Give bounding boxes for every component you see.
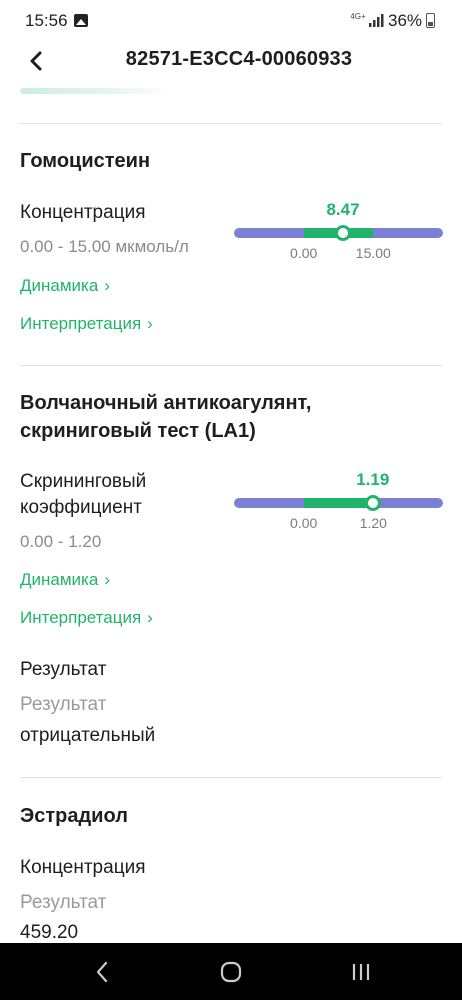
range-min-label: 0.00 [290, 245, 318, 261]
range-max-label: 15.00 [355, 245, 391, 261]
result-value-text: 459.20 [20, 922, 79, 943]
system-nav-bar [0, 943, 462, 1000]
nav-recents-button[interactable] [341, 957, 381, 987]
gallery-icon [74, 14, 88, 27]
interpretation-link[interactable]: Интерпретация › [20, 608, 153, 628]
battery-icon [426, 13, 435, 28]
interpretation-link[interactable]: Интерпретация › [20, 314, 153, 334]
value-marker [364, 495, 381, 511]
param-label-line: коэффициент [20, 497, 142, 518]
param-label: Концентрация [20, 857, 146, 878]
divider [20, 777, 442, 778]
param-label: Концентрация [20, 202, 146, 223]
chevron-right-icon: › [104, 570, 110, 589]
chevron-right-icon: › [147, 608, 153, 627]
result-label: Результат [20, 892, 107, 913]
range-indicator: 8.47 0.00 15.00 [234, 200, 443, 261]
dynamics-link-label: Динамика [20, 570, 99, 589]
reference-range: 0.00 - 1.20 [20, 532, 102, 551]
network-type-icon: 4G+ [350, 12, 366, 21]
section-title-homocysteine: Гомоцистеин [20, 150, 151, 172]
param-label-line: Скрининговый [20, 471, 147, 492]
nav-back-icon [96, 961, 108, 983]
reference-range: 0.00 - 15.00 мкмоль/л [20, 237, 189, 256]
chevron-right-icon: › [147, 314, 153, 333]
result-heading: Результат [20, 659, 107, 680]
section-title-estradiol: Эстрадиол [20, 805, 128, 827]
range-min-label: 0.00 [290, 515, 318, 531]
result-label: Результат [20, 694, 107, 715]
section-title-line: скриниговый тест (LA1) [20, 420, 256, 442]
nav-recents-icon [352, 964, 370, 980]
page-title: 82571-E3CC4-00060933 [125, 48, 353, 70]
interpretation-link-label: Интерпретация [20, 314, 142, 333]
result-value-text: отрицательный [20, 725, 156, 746]
battery-percent: 36% [388, 11, 423, 30]
result-value: 8.47 [326, 200, 360, 219]
normal-range-band [303, 498, 374, 508]
dynamics-link-label: Динамика [20, 276, 99, 295]
divider [20, 365, 442, 366]
result-value: 1.19 [356, 470, 390, 489]
section-title-lupus-anticoagulant: Волчаночный антикоагулянт, скриниговый т… [20, 389, 311, 445]
scrolled-link-fragment [20, 80, 170, 94]
chevron-right-icon: › [104, 276, 110, 295]
nav-back-button[interactable] [82, 957, 122, 987]
value-marker [335, 225, 351, 241]
signal-icon [369, 14, 384, 27]
nav-home-icon [220, 961, 242, 983]
range-indicator: 1.19 0.00 1.20 [234, 470, 443, 531]
dynamics-link[interactable]: Динамика › [20, 276, 110, 296]
range-max-label: 1.20 [359, 515, 387, 531]
divider [20, 123, 442, 124]
status-bar: 15:56 4G+ 36% [0, 0, 462, 44]
param-label: Скрининговый коэффициент [20, 469, 146, 521]
section-title-line: Волчаночный антикоагулянт, [20, 392, 312, 414]
interpretation-link-label: Интерпретация [20, 608, 142, 627]
status-time: 15:56 [25, 11, 68, 30]
dynamics-link[interactable]: Динамика › [20, 570, 110, 590]
nav-home-button[interactable] [211, 957, 251, 987]
